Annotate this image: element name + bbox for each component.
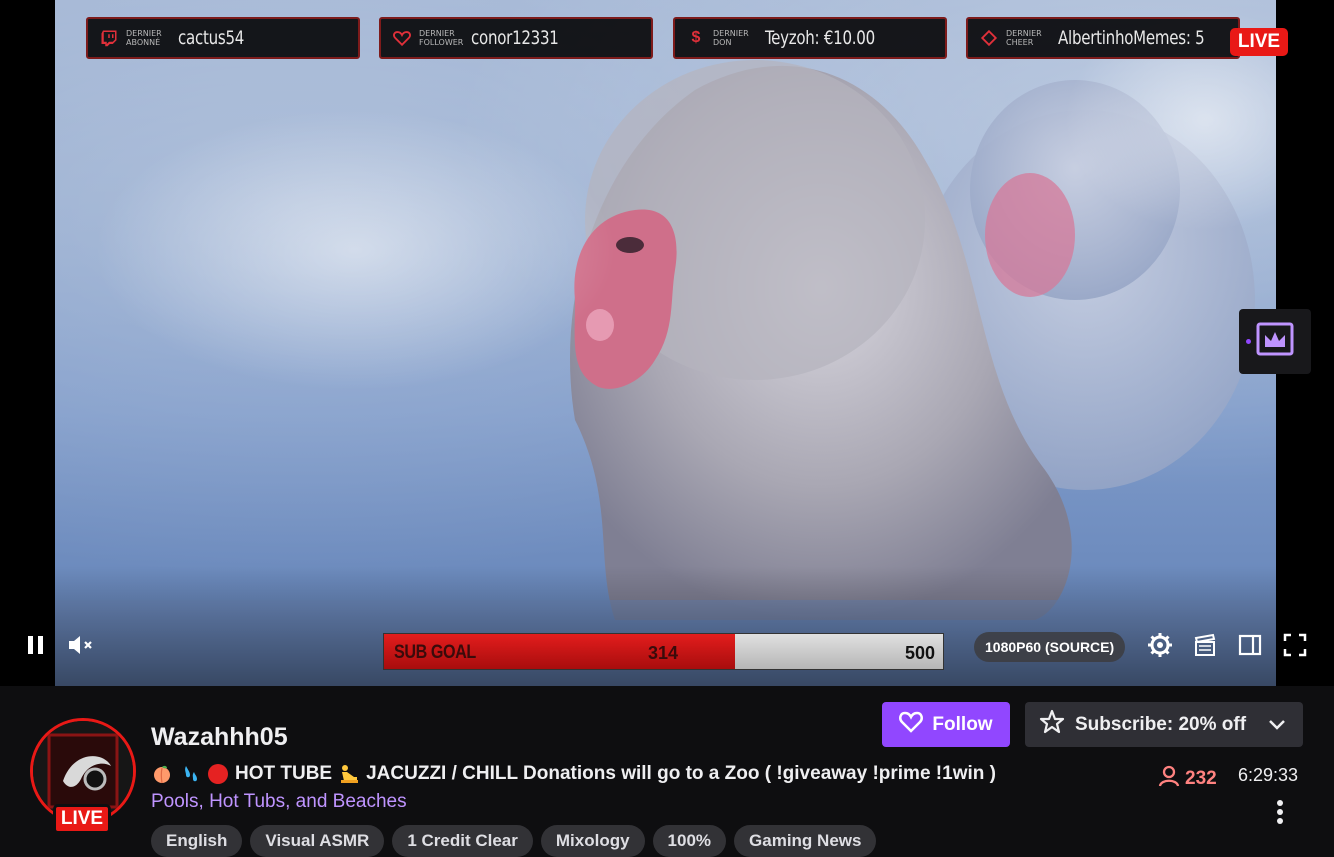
settings-button[interactable] (1146, 632, 1174, 663)
alert-value: Teyzoh: €10.00 (765, 27, 875, 49)
tag-visual-asmr[interactable]: Visual ASMR (250, 825, 385, 857)
video-player[interactable]: DERNIER ABONNÉ cactus54 DERNIER FOLLOWER c… (0, 0, 1334, 686)
diamond-icon (978, 27, 1000, 49)
sub-goal-target: 500 (904, 643, 935, 663)
tag-gaming-news[interactable]: Gaming News (734, 825, 877, 857)
stream-title: HOT TUBE JACUZZI / CHILL Donations will … (151, 763, 996, 785)
person-icon (1157, 764, 1181, 794)
live-badge: LIVE (53, 804, 111, 834)
channel-info-panel: LIVE Wazahhh05 HOT TUBE JACUZZI / CHILL … (0, 686, 1334, 857)
peach-icon (151, 763, 173, 785)
alert-label-bottom: ABONNÉ (126, 38, 161, 47)
clapperboard-icon (1193, 633, 1217, 662)
alert-label-top: DERNIER (126, 29, 162, 38)
alert-latest-subscriber: DERNIER ABONNÉ cactus54 (86, 17, 360, 59)
mute-button[interactable] (66, 633, 96, 661)
more-options-button[interactable] (1266, 798, 1294, 830)
fullscreen-icon (1283, 633, 1307, 662)
pause-icon (25, 634, 47, 661)
alert-label-top: DERNIER (419, 29, 455, 38)
quality-indicator: 1080P60 (SOURCE) (974, 632, 1126, 662)
alert-label-top: DERNIER (713, 29, 749, 38)
channel-name[interactable]: Wazahhh05 (151, 723, 288, 752)
alert-label-bottom: CHEER (1006, 38, 1034, 47)
heart-icon (899, 711, 924, 739)
bathtub-person-icon (338, 763, 360, 785)
video-frame[interactable] (55, 0, 1276, 686)
tag-1-credit-clear[interactable]: 1 Credit Clear (392, 825, 533, 857)
pause-button[interactable] (22, 633, 50, 661)
red-circle-icon (207, 763, 229, 785)
alert-latest-follower: DERNIER FOLLOWER conor12331 (379, 17, 653, 59)
alert-label-top: DERNIER (1006, 29, 1042, 38)
subscribe-button[interactable]: Subscribe: 20% off (1025, 702, 1303, 747)
alert-value: conor12331 (471, 27, 559, 49)
stream-title-text: HOT TUBE (235, 763, 333, 784)
tag-100-percent[interactable]: 100% (652, 825, 727, 857)
alert-latest-cheer: DERNIER CHEER AlbertinhoMemes: 5 (966, 17, 1240, 59)
theatre-mode-icon (1238, 634, 1262, 661)
tag-mixology[interactable]: Mixology (540, 825, 645, 857)
viewer-count-value: 232 (1185, 768, 1217, 789)
gear-icon (1147, 632, 1173, 663)
vertical-dots-icon (1276, 799, 1284, 830)
tag-english[interactable]: English (151, 825, 243, 857)
star-icon (1039, 709, 1065, 741)
subscribe-label: Subscribe: 20% off (1075, 713, 1247, 735)
chevron-down-icon[interactable] (1267, 718, 1287, 732)
sub-goal-current: 314 (648, 643, 679, 663)
sub-goal-label: SUB GOAL (394, 642, 476, 663)
viewer-count: 232 (1157, 764, 1217, 794)
alert-value: cactus54 (178, 27, 245, 49)
sweat-droplets-icon (179, 763, 201, 785)
stream-title-rest: JACUZZI / CHILL Donations will go to a Z… (366, 763, 996, 784)
twitch-icon (98, 27, 120, 49)
crown-icon (1255, 321, 1295, 362)
heart-icon (391, 27, 413, 49)
extension-panel-button[interactable] (1239, 309, 1311, 374)
alert-latest-donation: $ DERNIER DON Teyzoh: €10.00 (673, 17, 947, 59)
dollar-icon: $ (691, 29, 701, 46)
category-link[interactable]: Pools, Hot Tubs, and Beaches (151, 791, 407, 813)
clip-button[interactable] (1191, 633, 1219, 661)
stream-uptime: 6:29:33 (1238, 765, 1299, 785)
alert-label-bottom: DON (713, 38, 732, 47)
live-indicator: LIVE (1230, 28, 1288, 56)
alert-value: AlbertinhoMemes: 5 (1058, 27, 1205, 49)
theatre-mode-button[interactable] (1236, 633, 1264, 661)
alert-label-bottom: FOLLOWER (419, 38, 464, 47)
volume-muted-icon (67, 633, 95, 662)
follow-label: Follow (932, 713, 993, 735)
sub-goal-bar: SUB GOAL 314 500 (383, 633, 944, 670)
notification-dot (1246, 339, 1251, 344)
fullscreen-button[interactable] (1281, 633, 1309, 661)
tag-list: English Visual ASMR 1 Credit Clear Mixol… (151, 825, 877, 857)
follow-button[interactable]: Follow (882, 702, 1010, 747)
